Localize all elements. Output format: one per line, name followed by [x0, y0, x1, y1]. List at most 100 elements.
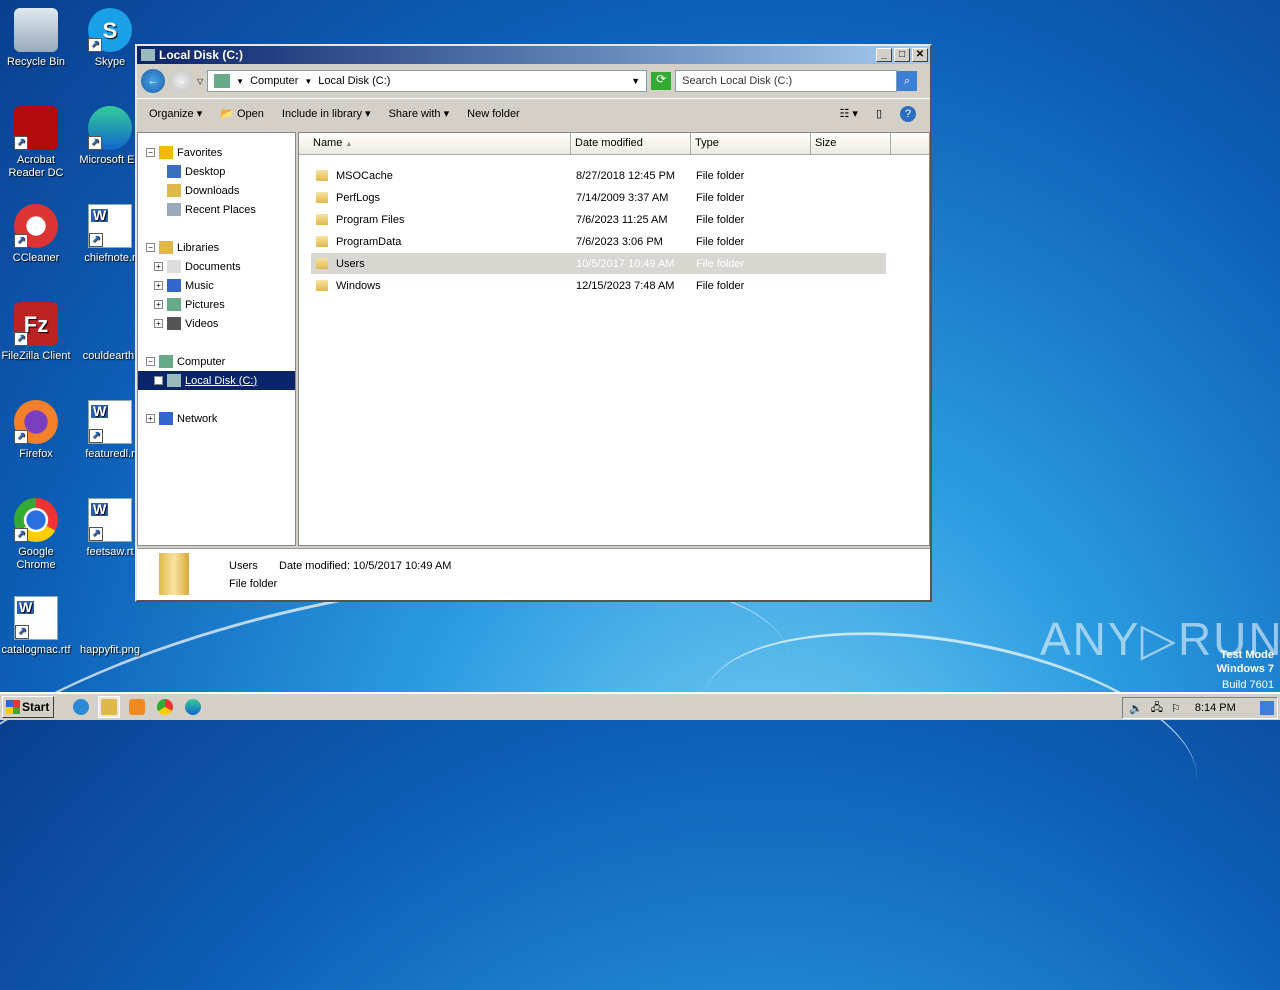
- column-header-date[interactable]: Date modified: [571, 133, 691, 154]
- volume-icon[interactable]: 🔈: [1129, 702, 1143, 715]
- forward-button[interactable]: →: [169, 69, 193, 93]
- expand-toggle[interactable]: +: [146, 414, 155, 423]
- address-dropdown[interactable]: ▼: [631, 76, 640, 86]
- expand-toggle[interactable]: +: [154, 281, 163, 290]
- file-date: 10/5/2017 10:49 AM: [576, 257, 675, 270]
- desktop-icon[interactable]: happyfit.png: [73, 596, 147, 657]
- explorer-taskbar-icon[interactable]: [98, 696, 120, 718]
- file-row[interactable]: PerfLogs 7/14/2009 3:37 AM File folder: [311, 187, 886, 208]
- close-button[interactable]: ✕: [912, 48, 928, 62]
- windows-logo-icon: [6, 700, 20, 714]
- nav-item-downloads[interactable]: Downloads: [138, 181, 295, 200]
- nav-item-label: Local Disk (C:): [185, 374, 258, 387]
- file-row[interactable]: MSOCache 8/27/2018 12:45 PM File folder: [311, 165, 886, 186]
- file-row[interactable]: Users 10/5/2017 10:49 AM File folder: [311, 253, 886, 274]
- help-icon[interactable]: ?: [900, 105, 916, 122]
- preview-pane-icon[interactable]: ▯: [876, 107, 882, 120]
- network-icon: [159, 412, 173, 425]
- nav-item-local-disk[interactable]: + Local Disk (C:): [138, 371, 295, 390]
- desktop-icon[interactable]: ↗ Acrobat Reader DC: [0, 106, 73, 180]
- folder-icon: [316, 170, 328, 181]
- desktop-icon[interactable]: Fz ↗ FileZilla Client: [0, 302, 73, 363]
- nav-item-computer[interactable]: − Computer: [138, 352, 295, 371]
- show-desktop-icon[interactable]: [1260, 701, 1274, 715]
- maximize-button[interactable]: □: [894, 48, 910, 62]
- search-input[interactable]: Search Local Disk (C:): [675, 70, 898, 92]
- nav-item-label: Computer: [177, 355, 226, 368]
- expand-toggle[interactable]: −: [146, 148, 155, 157]
- view-options-icon[interactable]: ☷ ▾: [839, 107, 857, 120]
- file-row[interactable]: Program Files 7/6/2023 11:25 AM File folde…: [311, 209, 886, 230]
- column-header-name[interactable]: Name ▲: [299, 133, 571, 154]
- details-name: Users: [229, 560, 258, 572]
- watermark-line: Test Mode: [1220, 649, 1274, 661]
- expand-toggle[interactable]: −: [146, 243, 155, 252]
- expand-toggle[interactable]: +: [154, 262, 163, 271]
- recent-pages-dropdown[interactable]: ▽: [197, 77, 203, 86]
- search-icon[interactable]: ⌕: [897, 71, 918, 91]
- nav-item-libraries[interactable]: − Libraries: [138, 238, 295, 257]
- minimize-button[interactable]: _: [876, 48, 892, 62]
- include-in-library-menu[interactable]: Include in library ▾: [282, 107, 371, 120]
- nav-item-music[interactable]: + Music: [138, 276, 295, 295]
- breadcrumb-computer[interactable]: Computer: [250, 75, 298, 87]
- column-header-type[interactable]: Type: [691, 133, 811, 154]
- desktop-icon-label: Recycle Bin: [6, 56, 66, 68]
- watermark-line: Windows 7: [1216, 663, 1274, 675]
- folder-icon: [316, 258, 328, 269]
- back-button[interactable]: ←: [141, 69, 165, 93]
- watermark-line: Build 7601: [1222, 679, 1274, 691]
- chrome-taskbar-icon[interactable]: [154, 696, 176, 718]
- nav-item-favorites[interactable]: − Favorites: [138, 143, 295, 162]
- open-button[interactable]: 📂 Open: [220, 107, 264, 120]
- network-icon[interactable]: 🖧: [1151, 699, 1163, 718]
- organize-menu[interactable]: Organize ▾: [149, 107, 202, 120]
- desktop-icon[interactable]: ↗ Google Chrome: [0, 498, 73, 572]
- address-bar[interactable]: ▼ Computer ▼ Local Disk (C:) ▼: [207, 70, 648, 92]
- filezilla-icon: Fz ↗: [14, 302, 58, 346]
- desktop-icon[interactable]: W ↗ catalogmac.rtf: [0, 596, 73, 657]
- column-header-size[interactable]: Size: [811, 133, 891, 154]
- edge-taskbar-icon[interactable]: [182, 696, 204, 718]
- file-date: 7/6/2023 11:25 AM: [576, 213, 668, 226]
- media-player-taskbar-icon[interactable]: [126, 696, 148, 718]
- word-doc-icon: W ↗: [88, 400, 132, 444]
- favorites-icon: [159, 146, 173, 159]
- action-center-flag-icon[interactable]: ⚐: [1171, 702, 1181, 715]
- share-with-menu[interactable]: Share with ▾: [389, 107, 450, 120]
- nav-item-documents[interactable]: + Documents: [138, 257, 295, 276]
- nav-item-label: Recent Places: [185, 203, 256, 216]
- start-button[interactable]: Start: [2, 696, 54, 718]
- nav-item-label: Desktop: [185, 165, 226, 178]
- desktop-icon[interactable]: ↗ CCleaner: [0, 204, 73, 265]
- ie-taskbar-icon[interactable]: [70, 696, 92, 718]
- nav-item-recent[interactable]: Recent Places: [138, 200, 295, 219]
- acrobat-icon: ↗: [14, 106, 58, 150]
- expand-toggle[interactable]: +: [154, 300, 163, 309]
- title-bar[interactable]: Local Disk (C:) _ □ ✕: [137, 46, 930, 64]
- nav-item-videos[interactable]: + Videos: [138, 314, 295, 333]
- desktop-icon[interactable]: Recycle Bin: [0, 8, 73, 69]
- expand-toggle[interactable]: −: [146, 357, 155, 366]
- expand-toggle[interactable]: +: [154, 376, 163, 385]
- computer-icon: [159, 355, 173, 368]
- expand-toggle[interactable]: +: [154, 319, 163, 328]
- nav-item-network[interactable]: + Network: [138, 409, 295, 428]
- file-row[interactable]: ProgramData 7/6/2023 3:06 PM File folder: [311, 231, 886, 252]
- image-icon: [88, 596, 132, 640]
- shortcut-arrow-icon: ↗: [14, 136, 28, 150]
- window-title: Local Disk (C:): [159, 48, 244, 62]
- desktop-icon[interactable]: ↗ Firefox: [0, 400, 73, 461]
- shortcut-arrow-icon: ↗: [14, 234, 28, 248]
- desktop-icon-label: catalogmac.rtf: [1, 644, 71, 656]
- breadcrumb-local-disk[interactable]: Local Disk (C:): [318, 75, 390, 87]
- refresh-button[interactable]: ⟳: [651, 72, 672, 90]
- folder-large-icon: [159, 553, 189, 595]
- new-folder-button[interactable]: New folder: [467, 108, 520, 120]
- file-row[interactable]: Windows 12/15/2023 7:48 AM File folder: [311, 275, 886, 296]
- clock[interactable]: 8:14 PM: [1195, 702, 1236, 714]
- nav-item-pictures[interactable]: + Pictures: [138, 295, 295, 314]
- shortcut-arrow-icon: ↗: [89, 233, 103, 247]
- computer-icon: [214, 74, 231, 88]
- nav-item-desktop[interactable]: Desktop: [138, 162, 295, 181]
